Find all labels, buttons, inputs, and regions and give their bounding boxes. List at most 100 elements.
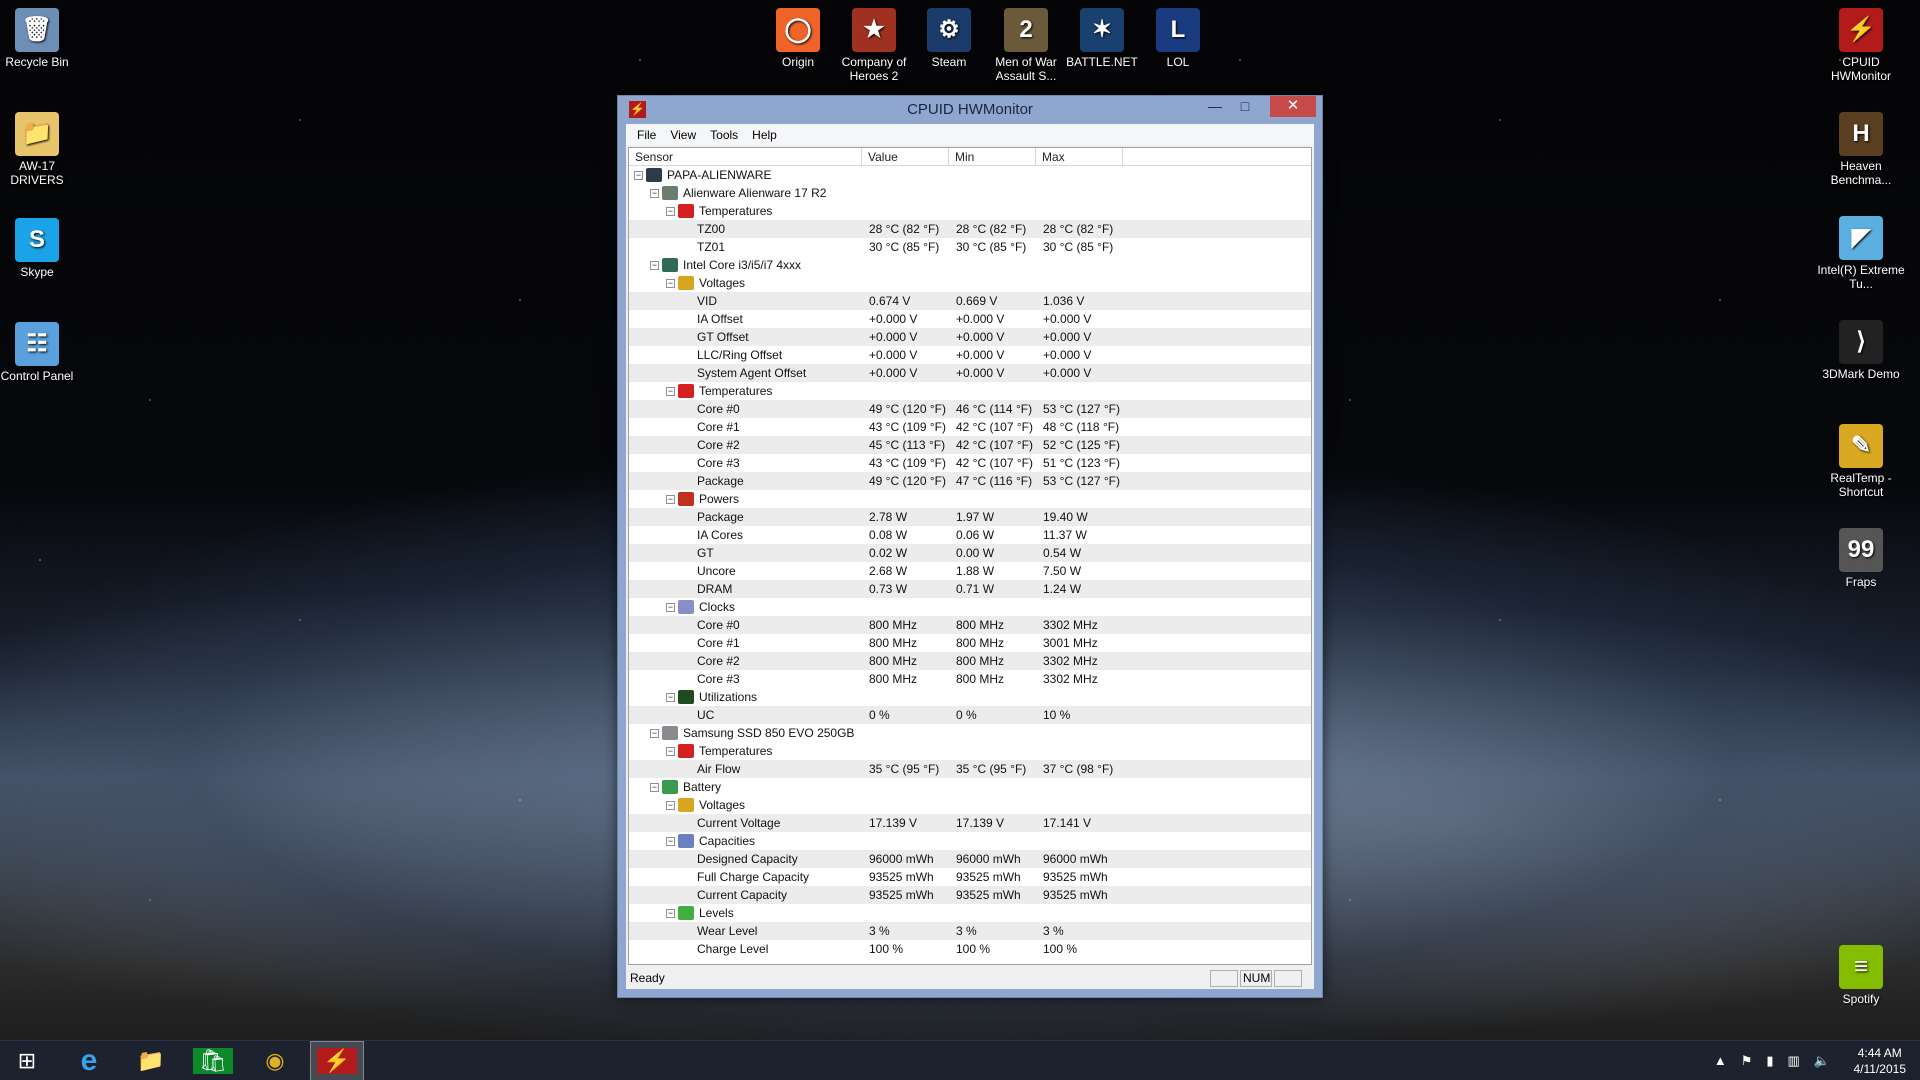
collapse-toggle[interactable]: − — [666, 278, 675, 288]
taskbar-file-explorer[interactable]: 📁 — [124, 1041, 178, 1080]
tree-node-row[interactable]: − Voltages — [629, 796, 1311, 814]
tree-node-row[interactable]: − Powers — [629, 490, 1311, 508]
collapse-toggle[interactable]: − — [666, 908, 675, 918]
collapse-toggle[interactable]: − — [666, 800, 675, 810]
collapse-toggle[interactable]: − — [650, 728, 659, 738]
desktop-icon-hwmonitor[interactable]: ⚡ CPUID HWMonitor — [1816, 8, 1906, 83]
action-center-flag-icon[interactable]: ⚑ — [1741, 1053, 1753, 1069]
network-signal-icon[interactable]: ▥ — [1788, 1053, 1800, 1069]
sensor-row[interactable]: Current Voltage 17.139 V 17.139 V 17.141 V — [629, 814, 1311, 832]
collapse-toggle[interactable]: − — [650, 782, 659, 792]
tree-node-row[interactable]: − Intel Core i3/i5/i7 4xxx — [629, 256, 1311, 274]
sensor-row[interactable]: TZ01 30 °C (85 °F) 30 °C (85 °F) 30 °C (85 … — [629, 238, 1311, 256]
desktop-icon-lol[interactable]: L LOL — [1133, 8, 1223, 69]
close-button[interactable]: ✕ — [1270, 96, 1316, 117]
tree-node-row[interactable]: − Alienware Alienware 17 R2 — [629, 184, 1311, 202]
tree-node-row[interactable]: − Capacities — [629, 832, 1311, 850]
sensor-row[interactable]: Core #1 43 °C (109 °F) 42 °C (107 °F) 48 °C… — [629, 418, 1311, 436]
desktop-icon-realtemp[interactable]: ✎ RealTemp - Shortcut — [1816, 424, 1906, 499]
sensor-row[interactable]: Air Flow 35 °C (95 °F) 35 °C (95 °F) 37 °C … — [629, 760, 1311, 778]
desktop-icon-intel-xtu[interactable]: ◤ Intel(R) Extreme Tu... — [1816, 216, 1906, 291]
maximize-button[interactable]: □ — [1230, 96, 1260, 117]
sensor-row[interactable]: DRAM 0.73 W 0.71 W 1.24 W — [629, 580, 1311, 598]
collapse-toggle[interactable]: − — [666, 692, 675, 702]
sensor-row[interactable]: Core #1 800 MHz 800 MHz 3001 MHz — [629, 634, 1311, 652]
volume-icon[interactable]: 🔈 — [1814, 1053, 1830, 1069]
sensor-row[interactable]: UC 0 % 0 % 10 % — [629, 706, 1311, 724]
collapse-toggle[interactable]: − — [650, 188, 659, 198]
sensor-row[interactable]: Core #2 800 MHz 800 MHz 3302 MHz — [629, 652, 1311, 670]
tree-node-row[interactable]: − Samsung SSD 850 EVO 250GB — [629, 724, 1311, 742]
battery-tray-icon[interactable]: ▮ — [1766, 1053, 1773, 1069]
collapse-toggle[interactable]: − — [666, 836, 675, 846]
sensor-row[interactable]: Package 49 °C (120 °F) 47 °C (116 °F) 53 °C… — [629, 472, 1311, 490]
desktop-icon-recycle-bin[interactable]: 🗑 Recycle Bin — [0, 8, 82, 69]
sensor-row[interactable]: Core #3 800 MHz 800 MHz 3302 MHz — [629, 670, 1311, 688]
sensor-row[interactable]: Designed Capacity 96000 mWh 96000 mWh 96000… — [629, 850, 1311, 868]
title-bar[interactable]: ⚡ CPUID HWMonitor — □ ✕ — [618, 96, 1322, 123]
sensor-row[interactable]: Core #0 49 °C (120 °F) 46 °C (114 °F) 53 °C… — [629, 400, 1311, 418]
tree-node-row[interactable]: − Levels — [629, 904, 1311, 922]
collapse-toggle[interactable]: − — [634, 170, 643, 180]
sensor-row[interactable]: IA Cores 0.08 W 0.06 W 11.37 W — [629, 526, 1311, 544]
tree-node-row[interactable]: − Battery — [629, 778, 1311, 796]
sensor-row[interactable]: Current Capacity 93525 mWh 93525 mWh 93525 … — [629, 886, 1311, 904]
taskbar-store[interactable]: 🛍 — [186, 1041, 240, 1080]
sensor-row[interactable]: IA Offset +0.000 V +0.000 V +0.000 V — [629, 310, 1311, 328]
sensor-row[interactable]: Charge Level 100 % 100 % 100 % — [629, 940, 1311, 958]
tree-node-row[interactable]: − Temperatures — [629, 382, 1311, 400]
collapse-toggle[interactable]: − — [666, 494, 675, 504]
desktop-icon-control-panel[interactable]: ☷ Control Panel — [0, 322, 82, 383]
collapse-toggle[interactable]: − — [666, 386, 675, 396]
taskbar-internet-explorer[interactable]: e — [62, 1041, 116, 1080]
desktop-icon-3dmark[interactable]: ⟩ 3DMark Demo — [1816, 320, 1906, 381]
desktop-icon-spotify[interactable]: ≡ Spotify — [1816, 945, 1906, 1006]
column-value[interactable]: Value — [862, 148, 949, 165]
tree-node-row[interactable]: − Utilizations — [629, 688, 1311, 706]
taskbar-hwmonitor[interactable]: ⚡ — [310, 1041, 364, 1080]
clock[interactable]: 4:44 AM 4/11/2015 — [1854, 1045, 1907, 1077]
taskbar-chrome[interactable]: ◉ — [248, 1041, 302, 1080]
sensor-min: 0 % — [956, 708, 977, 722]
sensor-row[interactable]: GT 0.02 W 0.00 W 0.54 W — [629, 544, 1311, 562]
sensor-row[interactable]: Core #2 45 °C (113 °F) 42 °C (107 °F) 52 °C… — [629, 436, 1311, 454]
tree-node-row[interactable]: − Temperatures — [629, 202, 1311, 220]
desktop-icon-folder[interactable]: 📁 AW-17 DRIVERS — [0, 112, 82, 187]
menu-tools[interactable]: Tools — [703, 128, 745, 142]
sensor-row[interactable]: LLC/Ring Offset +0.000 V +0.000 V +0.000 V — [629, 346, 1311, 364]
sensor-tree-list[interactable]: Sensor Value Min Max − PAPA-ALIENWARE − Ali… — [628, 147, 1312, 965]
collapse-toggle[interactable]: − — [650, 260, 659, 270]
desktop-icon-skype[interactable]: S Skype — [0, 218, 82, 279]
sensor-row[interactable]: System Agent Offset +0.000 V +0.000 V +0.00… — [629, 364, 1311, 382]
desktop-icon-fraps[interactable]: 99 Fraps — [1816, 528, 1906, 589]
collapse-toggle[interactable]: − — [666, 602, 675, 612]
sensor-row[interactable]: Core #0 800 MHz 800 MHz 3302 MHz — [629, 616, 1311, 634]
sensor-label: Voltages — [699, 798, 746, 812]
status-bar: Ready NUM — [626, 967, 1314, 989]
sensor-row[interactable]: Uncore 2.68 W 1.88 W 7.50 W — [629, 562, 1311, 580]
column-sensor[interactable]: Sensor — [629, 148, 862, 165]
sensor-row[interactable]: Full Charge Capacity 93525 mWh 93525 mWh 93… — [629, 868, 1311, 886]
menu-file[interactable]: File — [630, 128, 663, 142]
column-min[interactable]: Min — [949, 148, 1036, 165]
collapse-toggle[interactable]: − — [666, 206, 675, 216]
menu-help[interactable]: Help — [745, 128, 784, 142]
tree-node-row[interactable]: − PAPA-ALIENWARE — [629, 166, 1311, 184]
sensor-row[interactable]: Wear Level 3 % 3 % 3 % — [629, 922, 1311, 940]
sensor-row[interactable]: GT Offset +0.000 V +0.000 V +0.000 V — [629, 328, 1311, 346]
minimize-button[interactable]: — — [1200, 96, 1230, 117]
desktop-icon-heaven[interactable]: H Heaven Benchma... — [1816, 112, 1906, 187]
sensor-row[interactable]: Core #3 43 °C (109 °F) 42 °C (107 °F) 51 °C… — [629, 454, 1311, 472]
collapse-toggle[interactable]: − — [666, 746, 675, 756]
tree-node-row[interactable]: − Temperatures — [629, 742, 1311, 760]
sensor-row[interactable]: Package 2.78 W 1.97 W 19.40 W — [629, 508, 1311, 526]
show-hidden-icons-icon[interactable]: ▲ — [1714, 1053, 1727, 1069]
sensor-label: TZ00 — [697, 222, 726, 236]
tree-node-row[interactable]: − Clocks — [629, 598, 1311, 616]
sensor-row[interactable]: VID 0.674 V 0.669 V 1.036 V — [629, 292, 1311, 310]
tree-node-row[interactable]: − Voltages — [629, 274, 1311, 292]
column-max[interactable]: Max — [1036, 148, 1123, 165]
taskbar-start[interactable]: ⊞ — [0, 1041, 54, 1080]
menu-view[interactable]: View — [663, 128, 703, 142]
sensor-row[interactable]: TZ00 28 °C (82 °F) 28 °C (82 °F) 28 °C (82 … — [629, 220, 1311, 238]
